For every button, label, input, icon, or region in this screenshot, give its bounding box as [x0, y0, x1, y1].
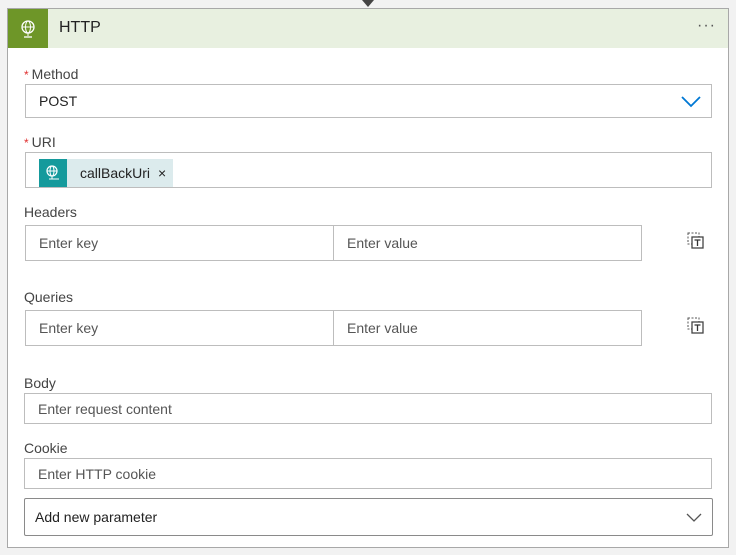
token-label: callBackUri	[80, 165, 151, 181]
remove-token-button[interactable]: ×	[158, 165, 166, 181]
method-label: * Method	[24, 66, 78, 82]
globe-icon	[39, 159, 67, 187]
queries-key-input[interactable]: Enter key	[25, 310, 334, 346]
queries-label: Queries	[24, 289, 74, 305]
cookie-input[interactable]: Enter HTTP cookie	[24, 458, 712, 489]
add-new-parameter-dropdown[interactable]: Add new parameter	[24, 498, 713, 536]
method-value: POST	[39, 93, 78, 109]
headers-label: Headers	[24, 204, 77, 220]
token-callbackuri[interactable]: callBackUri ×	[39, 159, 173, 187]
headers-value-input[interactable]: Enter value	[333, 225, 642, 261]
headers-key-input[interactable]: Enter key	[25, 225, 334, 261]
card-header[interactable]: HTTP ···	[8, 9, 728, 48]
uri-label-text: URI	[31, 134, 56, 150]
connector-arrow-icon	[362, 0, 374, 7]
delete-queries-icon[interactable]	[686, 316, 706, 336]
required-marker: *	[24, 68, 29, 82]
chevron-down-icon	[681, 96, 701, 108]
globe-icon	[8, 9, 48, 48]
uri-input[interactable]: callBackUri ×	[25, 152, 712, 188]
cookie-label: Cookie	[24, 440, 68, 456]
more-options-button[interactable]: ···	[697, 17, 716, 35]
uri-label: * URI	[24, 134, 56, 150]
method-select[interactable]: POST	[25, 84, 712, 118]
chevron-down-icon	[686, 513, 702, 522]
required-marker: *	[24, 136, 29, 150]
card-title: HTTP	[59, 19, 101, 36]
method-label-text: Method	[31, 66, 79, 82]
queries-value-input[interactable]: Enter value	[333, 310, 642, 346]
http-action-card: HTTP ··· * Method POST * URI callBackUri ×…	[7, 8, 729, 548]
delete-headers-icon[interactable]	[686, 231, 706, 251]
body-label: Body	[24, 375, 56, 391]
add-new-parameter-label: Add new parameter	[35, 509, 158, 525]
body-input[interactable]: Enter request content	[24, 393, 712, 424]
